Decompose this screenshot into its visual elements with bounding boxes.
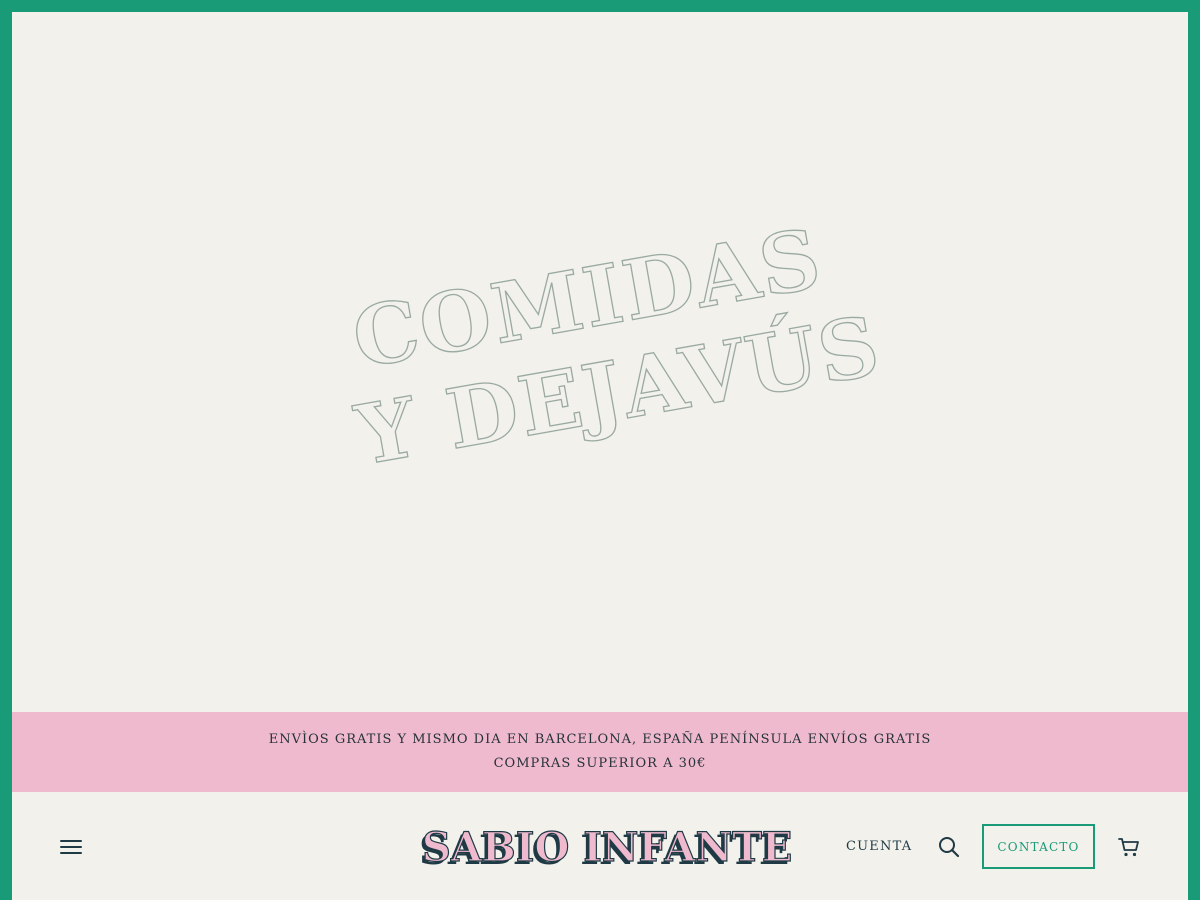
cart-icon bbox=[1118, 838, 1139, 857]
hero-section: COMIDAS Y DEJAVÚS bbox=[12, 12, 1188, 712]
search-icon bbox=[939, 837, 960, 858]
announcement-text: ENVÌOS GRATIS Y MISMO DIA EN BARCELONA, … bbox=[268, 732, 932, 771]
menu-button[interactable] bbox=[56, 832, 86, 862]
site-logo[interactable]: SABIO INFANTE bbox=[421, 818, 793, 878]
menu-icon-bar-bottom bbox=[60, 852, 82, 854]
announcement-bar: ENVÌOS GRATIS Y MISMO DIA EN BARCELONA, … bbox=[12, 712, 1188, 792]
menu-icon-bar-top bbox=[60, 840, 82, 842]
menu-icon-bar-middle bbox=[60, 846, 82, 848]
hero-title: COMIDAS Y DEJAVÚS bbox=[333, 208, 888, 531]
search-button[interactable] bbox=[936, 834, 962, 860]
site-header: SABIO INFANTE CUENTA CONTACTO bbox=[12, 792, 1188, 900]
cart-button[interactable] bbox=[1116, 834, 1142, 860]
page-frame: COMIDAS Y DEJAVÚS ENVÌOS GRATIS Y MISMO … bbox=[12, 12, 1188, 900]
account-link[interactable]: CUENTA bbox=[846, 836, 912, 858]
contact-button[interactable]: CONTACTO bbox=[982, 824, 1095, 869]
